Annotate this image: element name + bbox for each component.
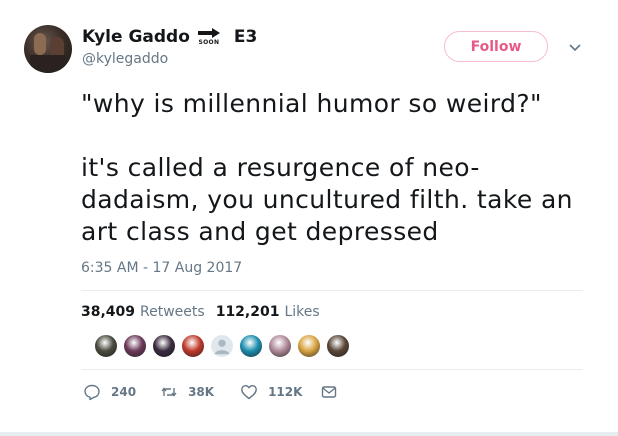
- author-name-row[interactable]: Kyle Gaddo SOON E3: [82, 27, 257, 47]
- likes-count[interactable]: 112,201: [216, 304, 280, 320]
- liker-avatar[interactable]: [210, 334, 234, 358]
- tweet-stats: 38,409 Retweets 112,201 Likes: [81, 304, 331, 320]
- author-handle[interactable]: @kylegaddo: [82, 51, 168, 67]
- author-name-suffix: E3: [233, 27, 258, 47]
- liker-avatars: [94, 334, 355, 358]
- author-avatar[interactable]: [24, 25, 72, 73]
- retweets-label[interactable]: Retweets: [140, 304, 205, 320]
- tweet-card: Kyle Gaddo SOON E3 @kylegaddo Follow "wh…: [0, 0, 618, 436]
- follow-button[interactable]: Follow: [444, 31, 548, 62]
- liker-avatar[interactable]: [152, 334, 176, 358]
- liker-avatar[interactable]: [268, 334, 292, 358]
- soon-arrow-icon: SOON: [197, 28, 220, 46]
- divider: [81, 290, 583, 291]
- liker-avatar[interactable]: [94, 334, 118, 358]
- direct-message-button[interactable]: [320, 383, 338, 401]
- liker-avatar[interactable]: [123, 334, 147, 358]
- like-count: 112K: [268, 385, 303, 399]
- envelope-icon: [322, 386, 337, 398]
- likes-label[interactable]: Likes: [284, 304, 319, 320]
- author-display-name[interactable]: Kyle Gaddo: [82, 27, 190, 47]
- heart-icon: [241, 385, 257, 400]
- divider: [81, 369, 583, 370]
- retweet-count: 38K: [188, 385, 215, 399]
- retweets-count[interactable]: 38,409: [81, 304, 135, 320]
- tweet-timestamp[interactable]: 6:35 AM - 17 Aug 2017: [81, 260, 242, 276]
- liker-avatar[interactable]: [239, 334, 263, 358]
- tweet-actions: 240 38K 112K: [83, 383, 338, 401]
- retweet-button[interactable]: 38K: [160, 383, 214, 401]
- reply-count: 240: [111, 385, 137, 399]
- bottom-border: [0, 432, 618, 436]
- liker-avatar[interactable]: [326, 334, 350, 358]
- like-button[interactable]: 112K: [240, 383, 302, 401]
- liker-avatar[interactable]: [181, 334, 205, 358]
- tweet-text: "why is millennial humor so weird?" it's…: [81, 89, 573, 246]
- liker-avatar[interactable]: [297, 334, 321, 358]
- chevron-down-icon[interactable]: [568, 43, 582, 53]
- soon-badge-text: SOON: [198, 39, 220, 46]
- reply-button[interactable]: 240: [83, 383, 136, 401]
- reply-icon: [84, 384, 100, 401]
- retweet-icon: [161, 387, 177, 397]
